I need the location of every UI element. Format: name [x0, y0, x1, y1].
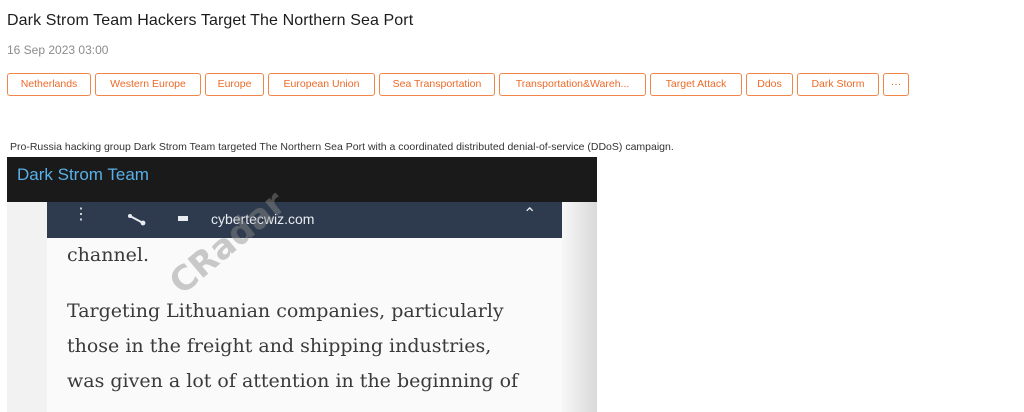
more-tags-button[interactable]: ···: [883, 73, 909, 96]
browser-toolbar: ⋮ cybertecwiz.com ⌃: [47, 202, 562, 238]
tag-western-europe[interactable]: Western Europe: [95, 73, 201, 96]
tag-sea-transportation[interactable]: Sea Transportation: [379, 73, 495, 96]
article-date: 16 Sep 2023 03:00: [7, 43, 109, 57]
screenshot-text-line: Targeting Lithuanian companies, particul…: [67, 300, 504, 322]
screenshot-text-line: was given a lot of attention in the begi…: [67, 370, 519, 392]
screenshot-text-line: those in the freight and shipping indust…: [67, 335, 492, 357]
chevron-up-icon: ⌃: [523, 206, 537, 223]
share-icon: [127, 212, 147, 229]
article-image: Dark Strom Team ⋮ cybertecwiz.com ⌃ chan…: [7, 157, 597, 412]
more-vertical-icon: ⋮: [73, 206, 89, 223]
tag-transportation-warehousing[interactable]: Transportation&Wareh...: [499, 73, 646, 96]
tag-dark-storm[interactable]: Dark Storm: [797, 73, 879, 96]
image-edge-shadow: [562, 202, 597, 412]
article-title: Dark Strom Team Hackers Target The North…: [7, 12, 414, 29]
tag-netherlands[interactable]: Netherlands: [7, 73, 91, 96]
tag-list: Netherlands Western Europe Europe Europe…: [7, 73, 909, 96]
tag-target-attack[interactable]: Target Attack: [650, 73, 742, 96]
channel-name: Dark Strom Team: [17, 165, 149, 184]
screenshot-text-line: channel.: [67, 244, 150, 266]
tag-europe[interactable]: Europe: [205, 73, 264, 96]
tag-european-union[interactable]: European Union: [268, 73, 375, 96]
screenshot-page: channel. Targeting Lithuanian companies,…: [47, 238, 562, 412]
channel-header: Dark Strom Team: [7, 157, 597, 202]
article-summary: Pro-Russia hacking group Dark Strom Team…: [10, 141, 674, 153]
tab-icon: [177, 212, 189, 226]
tag-ddos[interactable]: Ddos: [746, 73, 793, 96]
